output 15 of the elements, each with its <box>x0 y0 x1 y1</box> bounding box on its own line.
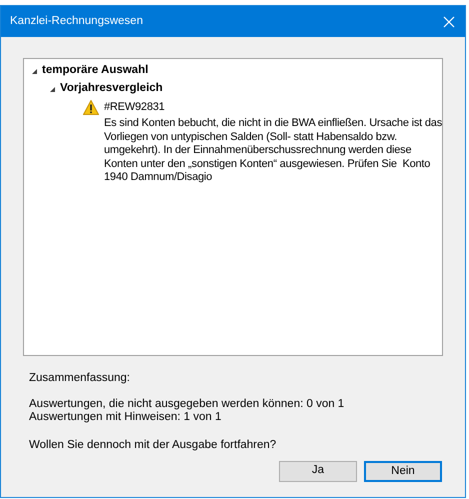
window-title: Kanzlei-Rechnungswesen <box>10 14 143 29</box>
summary-line: Auswertungen, die nicht ausgegeben werden können: 0 von 1 <box>29 398 346 412</box>
summary-line: Auswertungen mit Hinweisen: 1 von 1 <box>29 411 222 424</box>
expanded-arrow-icon[interactable] <box>31 68 38 74</box>
question-text: Wollen Sie dennoch mit der Ausgabe fortfahren? <box>29 438 278 454</box>
warning-code: #REW92831 <box>104 100 166 115</box>
close-icon[interactable] <box>443 16 455 28</box>
summary-heading: Zusammenfassung: <box>29 371 131 386</box>
dialog-button[interactable]: Nein <box>364 460 442 482</box>
tree-item[interactable]: temporäre Auswahl <box>42 62 148 80</box>
warning-message: Es sind Konten bebucht, die nicht in die BWA einfließen. Ursache ist das Vorliegen von untypischen Salden (Soll- statt Habensaldo bzw. umgekehrt). In der Einnahmenüberschussrechnung werden diese Konten unter den „sonstigen Konten“ ausgewiesen. Prüfen Sie Konto 1940 Damnum/Disagio <box>104 117 442 184</box>
warning-icon <box>83 100 99 115</box>
tree-item[interactable]: Vorjahresvergleich <box>60 80 163 98</box>
dialog-button[interactable]: Ja <box>279 460 357 482</box>
expanded-arrow-icon[interactable] <box>49 86 56 92</box>
